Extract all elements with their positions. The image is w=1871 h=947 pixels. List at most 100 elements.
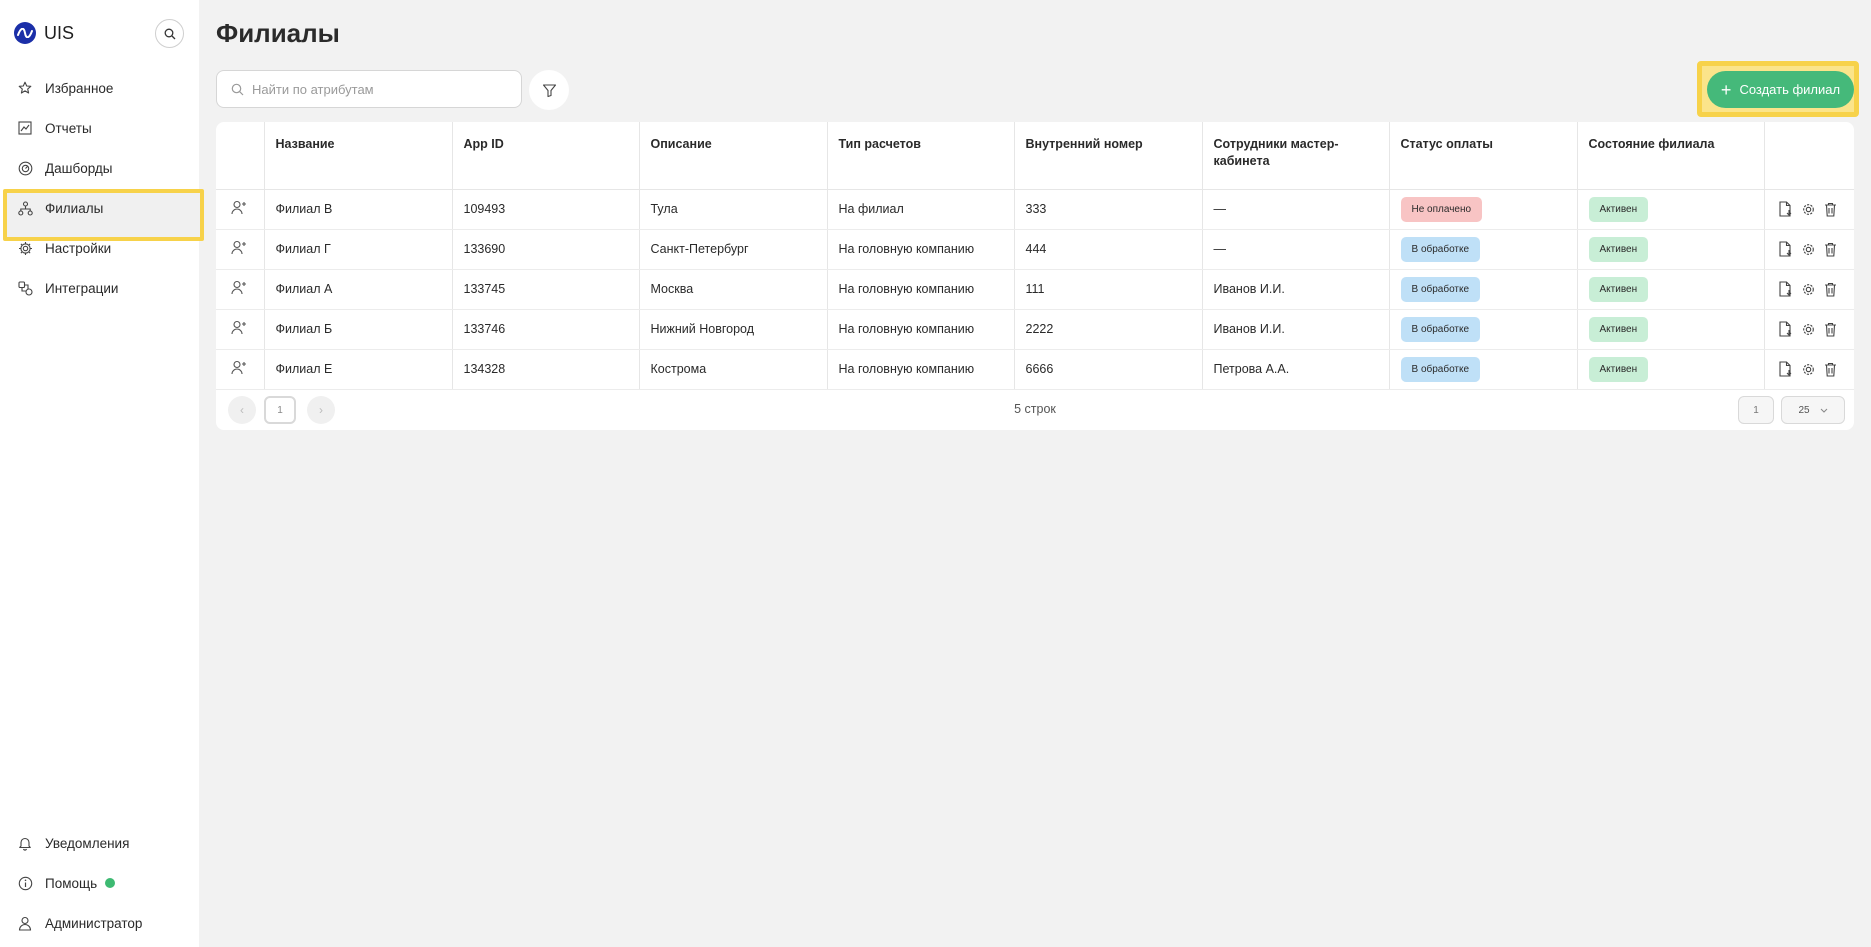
sidebar-item-settings[interactable]: Настройки [0,228,199,268]
attribute-search[interactable] [216,70,522,108]
branch-state-badge: Активен [1588,236,1649,262]
header-name[interactable]: Название [264,122,453,190]
trash-icon[interactable] [1824,242,1837,257]
add-user-cell[interactable] [216,309,265,350]
cell-name: Филиал Е [264,349,453,390]
sidebar-item-dashboards[interactable]: Дашборды [0,148,199,188]
add-user-cell[interactable] [216,269,265,310]
branches-table: Название App ID Описание Тип расчетов Вн… [216,122,1854,390]
header-app-id[interactable]: App ID [452,122,640,190]
page-size-select[interactable]: 25 [1781,396,1845,424]
rows-count: 5 строк [1014,402,1056,416]
sidebar-item-reports[interactable]: Отчеты [0,108,199,148]
document-download-icon[interactable] [1778,241,1793,257]
add-user-icon[interactable] [231,280,248,295]
cell-branch-state: Активен [1577,309,1765,350]
gear-icon[interactable] [1801,202,1816,217]
add-user-cell[interactable] [216,189,265,230]
sidebar-item-integrations[interactable]: Интеграции [0,268,199,308]
sidebar-item-label: Уведомления [45,835,130,851]
header-description[interactable]: Описание [639,122,828,190]
document-download-icon[interactable] [1778,201,1793,217]
sidebar-item-label: Филиалы [45,200,104,216]
cell-payment-status: Не оплачено [1389,189,1578,230]
cell-app-id: 134328 [452,349,640,390]
create-branch-button[interactable]: + Создать филиал [1707,71,1854,108]
gear-icon [17,240,33,256]
sidebar-item-label: Отчеты [45,120,92,136]
header-staff[interactable]: Сотрудники мастер-кабинета [1202,122,1390,190]
gear-icon[interactable] [1801,282,1816,297]
trash-icon[interactable] [1824,362,1837,377]
cell-app-id: 133690 [452,229,640,270]
page-size-value: 25 [1798,404,1810,416]
cell-description: Тула [639,189,828,230]
payment-status-badge: В обработке [1400,356,1481,382]
cell-staff: Иванов И.И. [1202,309,1390,350]
sidebar-item-notifications[interactable]: Уведомления [0,823,199,863]
table-row[interactable]: Филиал Б 133746 Нижний Новгород На голов… [216,309,1854,350]
integration-icon [17,280,33,296]
cell-billing-type: На головную компанию [827,309,1015,350]
cell-internal-number: 333 [1014,189,1203,230]
filter-button[interactable] [529,70,569,110]
table-row[interactable]: Филиал В 109493 Тула На филиал 333 — Не … [216,189,1854,230]
brand[interactable]: UIS [14,20,74,46]
cell-actions [1764,229,1854,270]
sidebar-item-admin[interactable]: Администратор [0,903,199,943]
star-icon [17,80,33,96]
header-payment-status[interactable]: Статус оплаты [1389,122,1578,190]
branches-table-card: Название App ID Описание Тип расчетов Вн… [216,122,1854,430]
sidebar-item-label: Помощь [45,875,98,891]
document-download-icon[interactable] [1778,361,1793,377]
branch-state-badge: Активен [1588,356,1649,382]
sidebar-item-label: Администратор [45,915,143,931]
cell-app-id: 109493 [452,189,640,230]
document-download-icon[interactable] [1778,321,1793,337]
sidebar-item-branches[interactable]: Филиалы [0,188,204,241]
add-user-icon[interactable] [231,200,248,215]
cell-description: Санкт-Петербург [639,229,828,270]
info-icon [17,875,33,891]
cell-payment-status: В обработке [1389,229,1578,270]
cell-internal-number: 2222 [1014,309,1203,350]
sidebar-search-button[interactable] [155,19,184,48]
document-download-icon[interactable] [1778,281,1793,297]
page-number-input[interactable]: 1 [1738,396,1774,424]
gear-icon[interactable] [1801,242,1816,257]
header-billing-type[interactable]: Тип расчетов [827,122,1015,190]
add-user-cell[interactable] [216,349,265,390]
cell-actions [1764,309,1854,350]
add-user-icon[interactable] [231,240,248,255]
table-row[interactable]: Филиал А 133745 Москва На головную компа… [216,269,1854,310]
cell-payment-status: В обработке [1389,269,1578,310]
sidebar-item-help[interactable]: Помощь [0,863,199,903]
plus-icon: + [1720,79,1732,100]
search-input[interactable] [252,81,502,97]
trash-icon[interactable] [1824,322,1837,337]
cell-internal-number: 6666 [1014,349,1203,390]
sidebar-item-favorites[interactable]: Избранное [0,68,199,108]
cell-staff: — [1202,229,1390,270]
table-row[interactable]: Филиал Е 134328 Кострома На головную ком… [216,349,1854,390]
cell-description: Нижний Новгород [639,309,828,350]
user-icon [17,915,33,931]
header-branch-state[interactable]: Состояние филиала [1577,122,1765,190]
cell-description: Кострома [639,349,828,390]
gear-icon[interactable] [1801,322,1816,337]
header-actions [1764,122,1854,190]
filter-icon [542,83,556,97]
cell-billing-type: На филиал [827,189,1015,230]
header-internal-number[interactable]: Внутренний номер [1014,122,1203,190]
trash-icon[interactable] [1824,282,1837,297]
trash-icon[interactable] [1824,202,1837,217]
table-row[interactable]: Филиал Г 133690 Санкт-Петербург На голов… [216,229,1854,270]
add-user-icon[interactable] [231,320,248,335]
add-user-icon[interactable] [231,360,248,375]
gear-icon[interactable] [1801,362,1816,377]
cell-staff: Иванов И.И. [1202,269,1390,310]
cell-staff: — [1202,189,1390,230]
add-user-cell[interactable] [216,229,265,270]
cell-branch-state: Активен [1577,349,1765,390]
cell-internal-number: 444 [1014,229,1203,270]
